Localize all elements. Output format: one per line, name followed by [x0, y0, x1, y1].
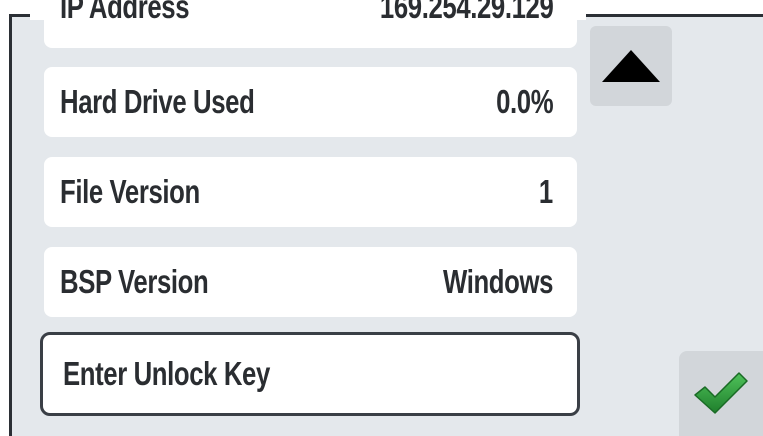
info-row-value: 1 [539, 173, 553, 210]
enter-unlock-key-button[interactable]: Enter Unlock Key [40, 332, 580, 416]
info-row-bsp-version: BSP Version Windows [44, 247, 577, 317]
info-row-label: File Version [60, 173, 200, 210]
device-info-screen: IP Address 169.254.29.129 Hard Drive Use… [0, 0, 763, 436]
enter-unlock-key-label: Enter Unlock Key [63, 355, 270, 392]
info-row-value: Windows [442, 263, 553, 300]
info-row-label: Hard Drive Used [60, 83, 255, 120]
info-row-value: 0.0% [495, 83, 554, 120]
scroll-up-button[interactable] [590, 26, 672, 106]
info-row-ip-address: IP Address 169.254.29.129 [44, 0, 577, 48]
triangle-up-icon [602, 50, 660, 82]
info-row-file-version: File Version 1 [44, 157, 577, 227]
info-row-value: 169.254.29.129 [379, 0, 554, 25]
info-row-label: IP Address [60, 0, 190, 25]
info-row-hard-drive-used: Hard Drive Used 0.0% [44, 67, 577, 137]
confirm-button[interactable] [679, 351, 763, 436]
info-row-label: BSP Version [60, 263, 209, 300]
checkmark-icon [694, 371, 748, 414]
